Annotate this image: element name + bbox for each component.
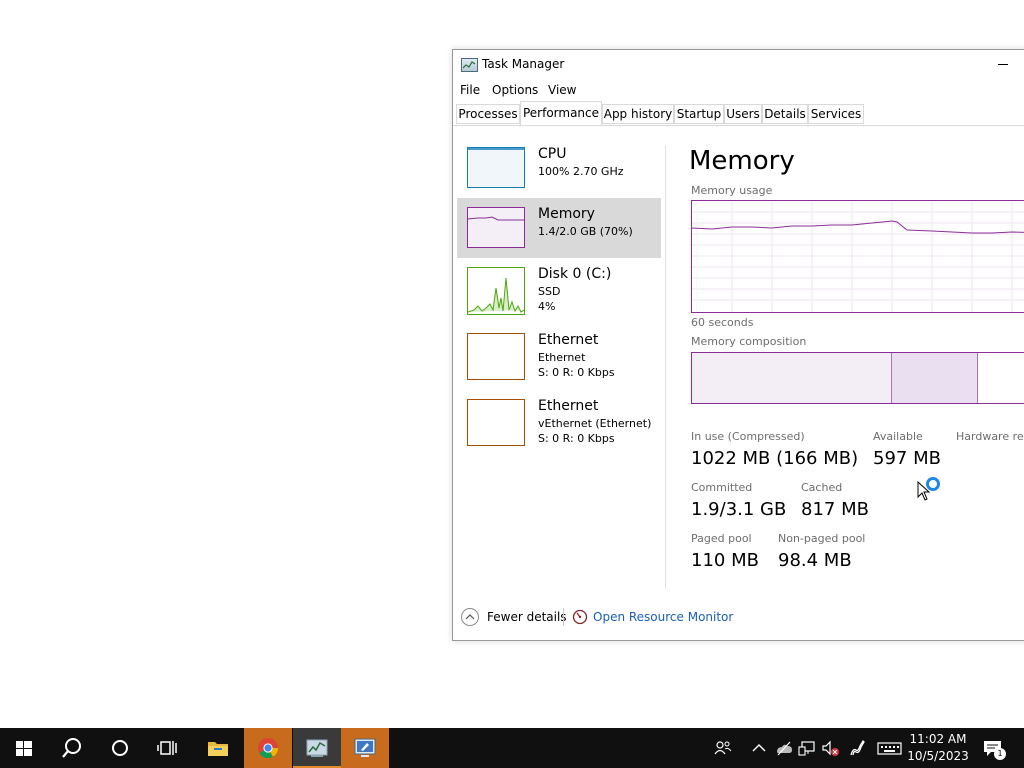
file-explorer-button[interactable] xyxy=(194,728,242,768)
pen-workspace-icon[interactable] xyxy=(847,738,867,758)
memory-usage-graph xyxy=(691,200,1024,313)
clock-time: 11:02 AM xyxy=(909,732,967,746)
cortana-button[interactable] xyxy=(96,728,144,768)
sidebar-item-disk[interactable]: Disk 0 (C:) SSD 4% xyxy=(457,258,661,324)
title-bar[interactable]: Task Manager xyxy=(453,50,1024,80)
sidebar-ethernet-adapter: Ethernet xyxy=(538,351,586,364)
menu-view[interactable]: View xyxy=(548,83,576,97)
sidebar-cpu-detail: 100% 2.70 GHz xyxy=(538,165,624,178)
cortana-circle-icon xyxy=(112,740,128,756)
composition-cached xyxy=(892,353,978,403)
cpu-thumbnail-graph xyxy=(467,147,525,188)
sidebar-ethernet-title: Ethernet xyxy=(538,332,599,348)
tab-app-history[interactable]: App history xyxy=(602,104,674,124)
windows-logo-icon xyxy=(16,741,32,756)
volume-muted-icon[interactable] xyxy=(820,738,840,758)
chrome-taskbar-button[interactable] xyxy=(244,728,292,768)
task-manager-taskbar-button[interactable] xyxy=(293,728,341,768)
taskbar: 11:02 AM 10/5/2023 1 xyxy=(0,728,1024,768)
ethernet-thumbnail-graph xyxy=(467,333,525,380)
task-view-icon xyxy=(157,741,177,755)
memory-thumbnail-graph xyxy=(467,207,525,248)
footer-separator xyxy=(563,608,564,626)
sidebar-item-ethernet-1[interactable]: Ethernet Ethernet S: 0 R: 0 Kbps xyxy=(457,324,661,390)
non-paged-pool-value: 98.4 MB xyxy=(778,550,852,571)
task-manager-window: Task Manager File Options View Processes… xyxy=(452,49,1024,641)
window-title: Task Manager xyxy=(482,57,565,71)
minimize-button[interactable] xyxy=(997,55,1009,71)
tab-processes[interactable]: Processes xyxy=(456,104,520,124)
show-hidden-icons-chevron-icon[interactable] xyxy=(749,738,769,758)
sidebar-disk-title: Disk 0 (C:) xyxy=(538,266,612,282)
people-icon[interactable] xyxy=(713,738,733,758)
touch-keyboard-icon[interactable] xyxy=(877,738,903,758)
in-use-value: 1022 MB (166 MB) xyxy=(691,448,859,469)
busy-spinner-icon xyxy=(926,477,940,491)
committed-value: 1.9/3.1 GB xyxy=(691,499,787,520)
composition-in-use xyxy=(692,353,892,403)
onedrive-offline-icon[interactable] xyxy=(774,738,794,758)
in-use-label: In use (Compressed) xyxy=(691,430,805,443)
sidebar-ethernet-throughput: S: 0 R: 0 Kbps xyxy=(538,366,615,379)
remote-app-taskbar-button[interactable] xyxy=(341,728,389,768)
sidebar-item-memory[interactable]: Memory 1.4/2.0 GB (70%) xyxy=(457,198,661,258)
task-manager-app-icon xyxy=(461,58,478,72)
taskbar-clock[interactable]: 11:02 AM 10/5/2023 xyxy=(902,731,974,765)
start-button[interactable] xyxy=(0,728,48,768)
notification-count-badge: 1 xyxy=(994,748,1006,760)
paged-pool-label: Paged pool xyxy=(691,532,752,545)
tab-details[interactable]: Details xyxy=(762,104,808,124)
available-value: 597 MB xyxy=(873,448,941,469)
cached-label: Cached xyxy=(801,481,843,494)
panel-divider xyxy=(665,146,666,589)
clock-date: 10/5/2023 xyxy=(907,749,969,763)
resource-monitor-icon[interactable] xyxy=(572,609,588,625)
paged-pool-value: 110 MB xyxy=(691,550,759,571)
search-icon xyxy=(62,738,81,758)
available-label: Available xyxy=(873,430,923,443)
menu-file[interactable]: File xyxy=(460,83,480,97)
time-span-caption: 60 seconds xyxy=(691,316,754,329)
tabs-divider xyxy=(453,125,1024,126)
task-manager-icon xyxy=(306,739,328,757)
open-resource-monitor-link[interactable]: Open Resource Monitor xyxy=(593,610,733,624)
sidebar-memory-detail: 1.4/2.0 GB (70%) xyxy=(538,225,633,238)
page-title: Memory xyxy=(689,146,795,176)
fewer-details-link[interactable]: Fewer details xyxy=(487,610,567,624)
sidebar-item-cpu[interactable]: CPU 100% 2.70 GHz xyxy=(457,138,661,198)
disk-thumbnail-graph xyxy=(467,267,525,315)
memory-composition-caption: Memory composition xyxy=(691,335,807,348)
sidebar-item-ethernet-2[interactable]: Ethernet vEthernet (Ethernet) S: 0 R: 0 … xyxy=(457,390,661,456)
sidebar-disk-type: SSD xyxy=(538,285,561,298)
tab-users[interactable]: Users xyxy=(724,104,762,124)
tab-strip: Processes Performance App history Startu… xyxy=(456,101,1024,125)
sidebar-vethernet-adapter: vEthernet (Ethernet) xyxy=(538,417,652,430)
hardware-reserved-label: Hardware res xyxy=(956,430,1024,443)
monitor-app-icon xyxy=(354,738,376,757)
menu-options[interactable]: Options xyxy=(492,83,538,97)
sidebar-vethernet-title: Ethernet xyxy=(538,398,599,414)
folder-icon xyxy=(208,742,228,756)
fewer-details-chevron-icon[interactable] xyxy=(461,608,479,626)
committed-label: Committed xyxy=(691,481,753,494)
search-button[interactable] xyxy=(48,728,96,768)
task-view-button[interactable] xyxy=(144,728,192,768)
vethernet-thumbnail-graph xyxy=(467,399,525,446)
tab-services[interactable]: Services xyxy=(808,104,864,124)
tab-performance[interactable]: Performance xyxy=(520,101,602,125)
tab-startup[interactable]: Startup xyxy=(674,104,724,124)
sidebar-disk-usage: 4% xyxy=(538,300,556,313)
memory-composition-bar xyxy=(691,352,1024,404)
cached-value: 817 MB xyxy=(801,499,869,520)
sidebar-vethernet-throughput: S: 0 R: 0 Kbps xyxy=(538,432,615,445)
chrome-icon xyxy=(258,738,279,759)
sidebar-cpu-title: CPU xyxy=(538,146,567,162)
non-paged-pool-label: Non-paged pool xyxy=(778,532,866,545)
sidebar-memory-title: Memory xyxy=(538,206,595,222)
memory-usage-caption: Memory usage xyxy=(691,184,773,197)
network-icon[interactable] xyxy=(797,738,817,758)
